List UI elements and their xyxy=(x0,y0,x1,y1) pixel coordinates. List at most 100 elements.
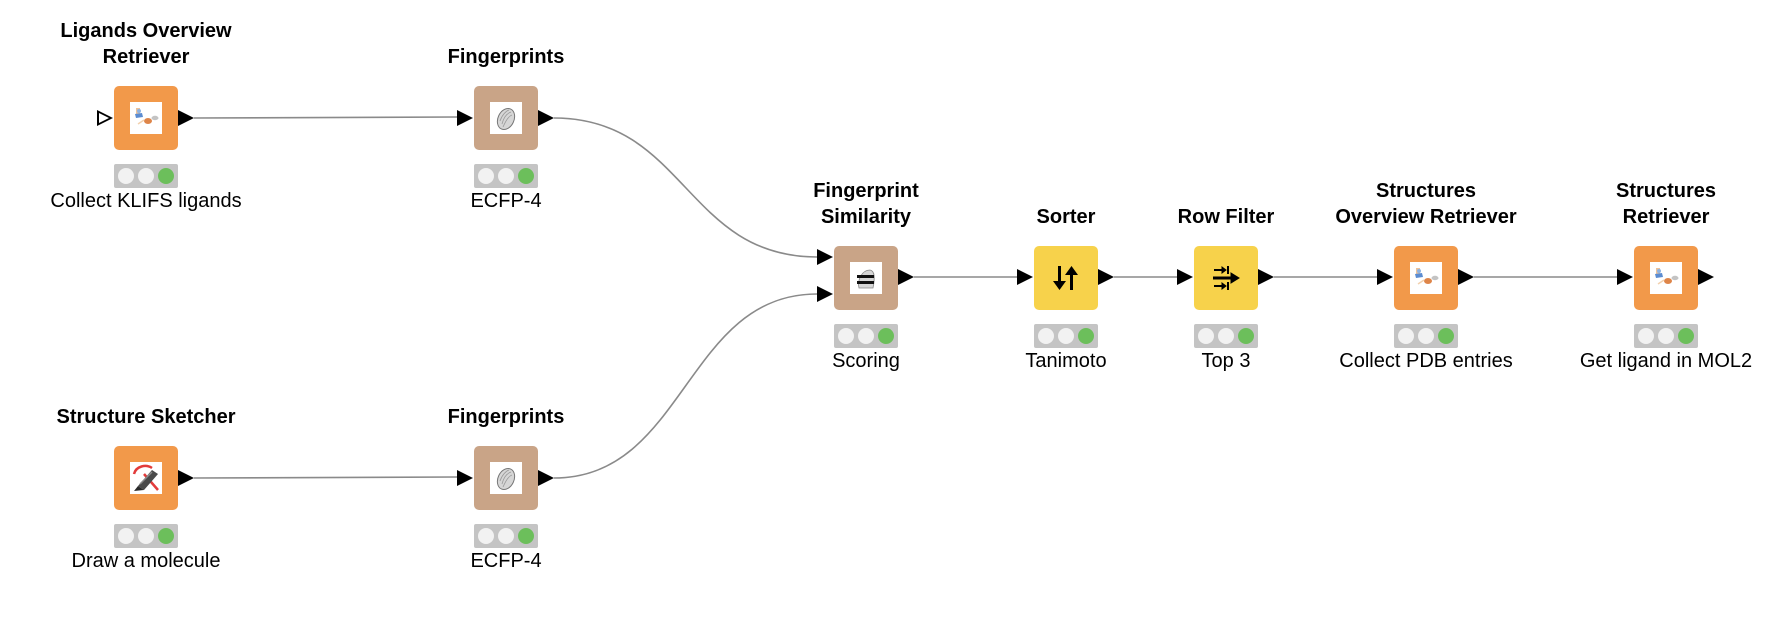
node-description[interactable]: ECFP-4 xyxy=(356,549,656,573)
node-title-line: Ligands Overview xyxy=(60,20,232,42)
output-port[interactable] xyxy=(538,110,554,126)
status-light-idle xyxy=(1398,328,1414,344)
input-port[interactable] xyxy=(457,110,473,126)
node-title-line: Structure Sketcher xyxy=(56,406,236,428)
status-indicator xyxy=(1634,324,1698,348)
node-body[interactable] xyxy=(834,246,898,310)
connection-n4-n5[interactable] xyxy=(553,293,818,479)
input-port[interactable] xyxy=(1017,269,1033,285)
node-description[interactable]: Draw a molecule xyxy=(0,549,296,573)
status-light-idle xyxy=(118,168,134,184)
molecule-retriever-icon xyxy=(130,102,162,134)
status-light-idle xyxy=(1198,328,1214,344)
status-indicator xyxy=(1034,324,1098,348)
node-fingerprint-similarity[interactable]: Fingerprint Similarity Scoring xyxy=(813,180,919,372)
fingerprint-icon xyxy=(490,462,522,494)
status-indicator xyxy=(474,164,538,188)
workflow-canvas[interactable]: Ligands Overview Retriever Collect KLIFS… xyxy=(0,0,1780,624)
status-indicator xyxy=(1394,324,1458,348)
status-light-executed xyxy=(158,168,174,184)
node-title-line: Retriever xyxy=(102,46,190,68)
status-light-idle xyxy=(1638,328,1654,344)
status-light-idle xyxy=(478,528,494,544)
status-indicator xyxy=(474,524,538,548)
molecule-retriever-icon xyxy=(1410,262,1442,294)
status-indicator xyxy=(834,324,898,348)
status-light-executed xyxy=(1678,328,1694,344)
node-body[interactable] xyxy=(1394,246,1458,310)
optional-input-port[interactable] xyxy=(97,110,113,126)
status-light-idle xyxy=(138,528,154,544)
node-title: Structure Sketcher xyxy=(0,404,296,430)
output-port[interactable] xyxy=(1098,269,1114,285)
output-port[interactable] xyxy=(898,269,914,285)
node-body[interactable] xyxy=(114,446,178,510)
output-port[interactable] xyxy=(178,470,194,486)
status-light-idle xyxy=(498,528,514,544)
node-ligands-overview-retriever[interactable]: Ligands Overview Retriever Collect KLIFS… xyxy=(50,20,241,212)
node-fingerprints-top[interactable]: Fingerprints ECFP-4 xyxy=(448,46,565,212)
input-port[interactable] xyxy=(457,470,473,486)
node-description[interactable]: ECFP-4 xyxy=(356,189,656,213)
status-light-executed xyxy=(878,328,894,344)
node-row-filter[interactable]: Row Filter Top 3 xyxy=(1177,206,1274,372)
node-body[interactable] xyxy=(474,86,538,150)
node-structures-retriever[interactable]: Structures Retriever Get ligand in MOL2 xyxy=(1580,180,1752,372)
status-light-idle xyxy=(1058,328,1074,344)
node-body[interactable] xyxy=(114,86,178,150)
status-light-idle xyxy=(838,328,854,344)
node-body[interactable] xyxy=(1034,246,1098,310)
status-light-idle xyxy=(118,528,134,544)
node-title: Fingerprints xyxy=(356,44,656,70)
sketcher-pen-icon xyxy=(130,462,162,494)
node-description[interactable]: Get ligand in MOL2 xyxy=(1516,349,1780,373)
node-fingerprints-bottom[interactable]: Fingerprints ECFP-4 xyxy=(448,406,565,572)
row-filter-icon xyxy=(1210,262,1242,294)
output-port[interactable] xyxy=(178,110,194,126)
node-structure-sketcher[interactable]: Structure Sketcher Draw a molecule xyxy=(57,406,236,572)
input-port[interactable] xyxy=(1617,269,1633,285)
status-light-idle xyxy=(858,328,874,344)
node-body[interactable] xyxy=(474,446,538,510)
status-indicator xyxy=(114,164,178,188)
status-indicator xyxy=(114,524,178,548)
input-port-2[interactable] xyxy=(817,286,833,302)
output-port[interactable] xyxy=(538,470,554,486)
input-port-1[interactable] xyxy=(817,249,833,265)
status-light-executed xyxy=(518,168,534,184)
status-light-idle xyxy=(1418,328,1434,344)
output-port[interactable] xyxy=(1458,269,1474,285)
node-description[interactable]: Collect KLIFS ligands xyxy=(0,189,296,213)
connection-n1-n2[interactable] xyxy=(193,116,458,119)
status-light-idle xyxy=(138,168,154,184)
input-port[interactable] xyxy=(1177,269,1193,285)
status-light-idle xyxy=(498,168,514,184)
node-title-line: Fingerprint xyxy=(813,180,919,202)
node-title-line: Retriever xyxy=(1622,206,1710,228)
molecule-retriever-icon xyxy=(1650,262,1682,294)
node-sorter[interactable]: Sorter Tanimoto xyxy=(1017,206,1114,372)
node-structures-overview-retriever[interactable]: Structures Overview Retriever Collect PD… xyxy=(1335,180,1516,372)
connections-layer xyxy=(193,116,1617,479)
status-light-executed xyxy=(1078,328,1094,344)
output-port[interactable] xyxy=(1698,269,1714,285)
status-light-executed xyxy=(158,528,174,544)
node-body[interactable] xyxy=(1634,246,1698,310)
status-light-executed xyxy=(1438,328,1454,344)
connection-n3-n4[interactable] xyxy=(193,476,458,479)
fingerprint-similarity-icon xyxy=(850,262,882,294)
output-port[interactable] xyxy=(1258,269,1274,285)
node-title: Fingerprints xyxy=(356,404,656,430)
status-light-idle xyxy=(1658,328,1674,344)
status-light-executed xyxy=(1238,328,1254,344)
status-indicator xyxy=(1194,324,1258,348)
input-port[interactable] xyxy=(1377,269,1393,285)
fingerprint-icon xyxy=(490,102,522,134)
node-body[interactable] xyxy=(1194,246,1258,310)
node-title-line: Fingerprints xyxy=(447,406,565,428)
node-title-line: Fingerprints xyxy=(447,46,565,68)
node-title: Ligands Overview Retriever xyxy=(0,18,296,70)
sort-arrows-icon xyxy=(1050,262,1082,294)
status-light-idle xyxy=(1218,328,1234,344)
status-light-idle xyxy=(1038,328,1054,344)
